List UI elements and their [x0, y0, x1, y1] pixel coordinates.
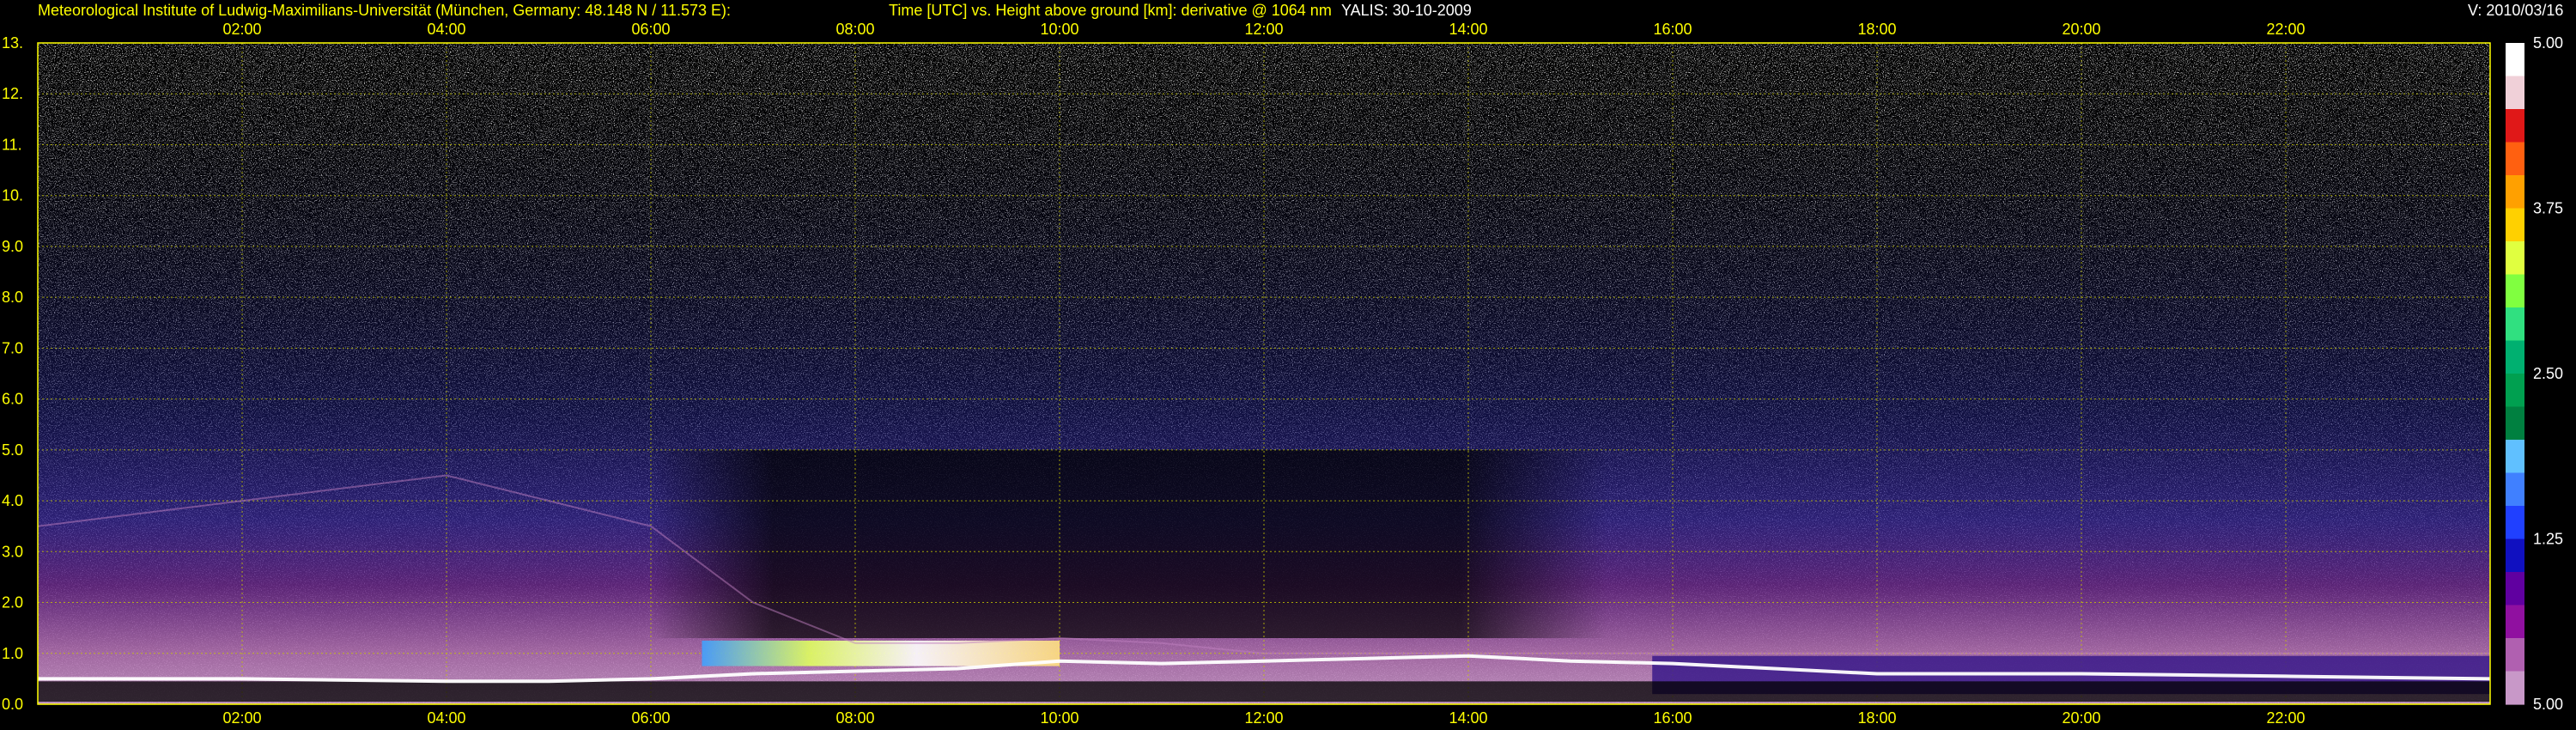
colorbar-cell — [2506, 374, 2524, 408]
colorbar-cell — [2506, 340, 2524, 374]
colorbar-cell — [2506, 538, 2524, 573]
colorbar-cell — [2506, 142, 2524, 176]
colorbar-labels: 5.00 3.75 2.50 1.25 5.00 — [2533, 34, 2563, 713]
colorbar-cells — [2506, 43, 2524, 705]
colorbar-cell — [2506, 274, 2524, 308]
colorbar-cell — [2506, 175, 2524, 210]
colorbar-cell — [2506, 241, 2524, 276]
colorbar-label: 2.50 — [2533, 365, 2563, 382]
colorbar-label: 5.00 — [2533, 696, 2563, 713]
colorbar-cell — [2506, 638, 2524, 672]
colorbar-label: 1.25 — [2533, 531, 2563, 548]
colorbar-cell — [2506, 109, 2524, 143]
colorbar-cell — [2506, 307, 2524, 342]
colorbar-cell — [2506, 506, 2524, 540]
colorbar-cell — [2506, 208, 2524, 242]
colorbar-cell — [2506, 605, 2524, 639]
colorbar-cell — [2506, 440, 2524, 474]
colorbar-cell — [2506, 572, 2524, 606]
colorbar-cell — [2506, 76, 2524, 110]
colorbar: 5.00 3.75 2.50 1.25 5.00 — [2506, 34, 2563, 713]
colorbar-cell — [2506, 472, 2524, 507]
colorbar-label: 5.00 — [2533, 34, 2563, 52]
colorbar-cell — [2506, 406, 2524, 441]
colorbar-label: 3.75 — [2533, 200, 2563, 217]
colorbar-cell — [2506, 671, 2524, 705]
colorbar-cell — [2506, 43, 2524, 77]
